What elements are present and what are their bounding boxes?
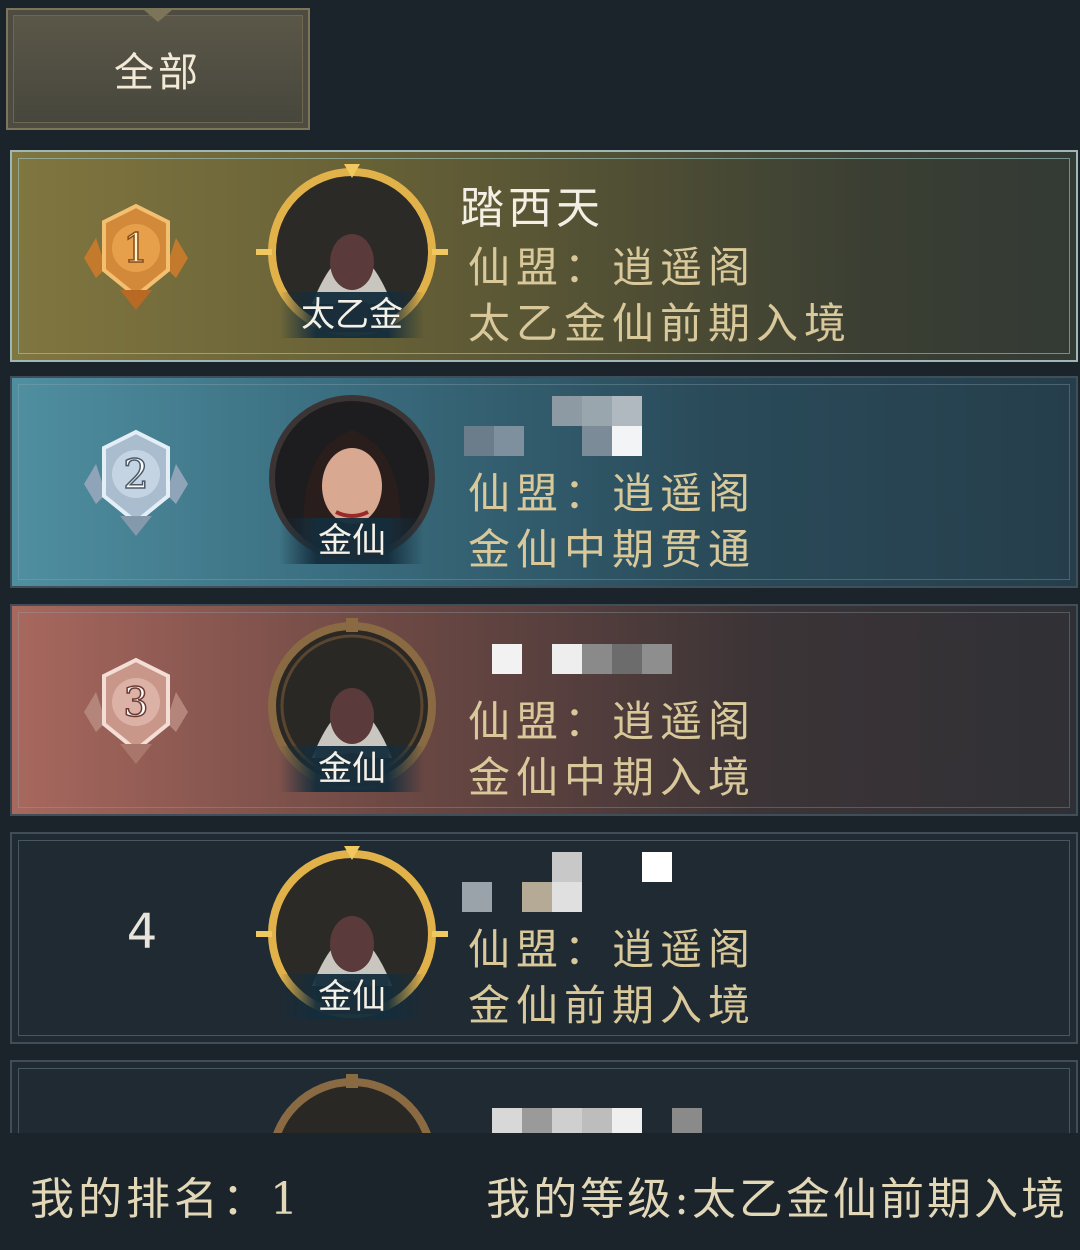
ranking-row-1[interactable]: 1 太乙金 踏西天 仙盟：逍遥阁 太乙金仙前期入境 bbox=[10, 150, 1078, 362]
medal-number: 1 bbox=[123, 226, 148, 272]
medal-number: 2 bbox=[123, 452, 148, 498]
ranking-row-2[interactable]: 2 金仙 仙盟：逍遥阁 金仙中期贯通 bbox=[10, 376, 1078, 588]
level-text: 太乙金仙前期入境 bbox=[468, 299, 853, 348]
alliance-text: 仙盟：逍遥阁 bbox=[468, 925, 757, 974]
ranking-row-4[interactable]: 4 金仙 仙盟：逍遥阁 金仙前期入境 bbox=[10, 832, 1078, 1044]
name-mosaic bbox=[452, 614, 792, 694]
name-mosaic bbox=[452, 1070, 792, 1133]
level-text: 金仙前期入境 bbox=[468, 981, 757, 1030]
footer-bar: 我的排名：1 我的等级:太乙金仙前期入境 bbox=[0, 1133, 1080, 1250]
name-mosaic bbox=[452, 386, 792, 466]
ranking-list[interactable]: 1 太乙金 踏西天 仙盟：逍遥阁 太乙金仙前期入境 2 金仙 仙盟：逍遥阁 金仙… bbox=[0, 148, 1080, 1133]
ranking-row-5[interactable] bbox=[10, 1060, 1078, 1133]
realm-badge: 金仙 bbox=[280, 746, 424, 792]
realm-badge: 金仙 bbox=[280, 974, 424, 1020]
player-name: 踏西天 bbox=[460, 183, 604, 234]
bronze-medal-icon: 3 bbox=[84, 657, 188, 764]
alliance-text: 仙盟：逍遥阁 bbox=[468, 469, 757, 518]
realm-badge: 太乙金 bbox=[280, 292, 424, 338]
realm-badge: 金仙 bbox=[280, 518, 424, 564]
my-rank-text: 我的排名：1 bbox=[30, 1174, 302, 1225]
avatar[interactable] bbox=[252, 1074, 452, 1133]
alliance-text: 仙盟：逍遥阁 bbox=[468, 243, 757, 292]
alliance-text: 仙盟：逍遥阁 bbox=[468, 697, 757, 746]
rank-number: 4 bbox=[126, 904, 158, 960]
name-mosaic bbox=[452, 842, 792, 922]
tab-all-label: 全部 bbox=[114, 50, 202, 96]
medal-number: 3 bbox=[123, 680, 148, 726]
level-text: 金仙中期入境 bbox=[468, 753, 757, 802]
silver-medal-icon: 2 bbox=[84, 429, 188, 536]
my-level-text: 我的等级:太乙金仙前期入境 bbox=[486, 1174, 1068, 1225]
tab-all[interactable]: 全部 bbox=[6, 8, 310, 130]
ranking-row-3[interactable]: 3 金仙 仙盟：逍遥阁 金仙中期入境 bbox=[10, 604, 1078, 816]
level-text: 金仙中期贯通 bbox=[468, 525, 757, 574]
gold-medal-icon: 1 bbox=[84, 203, 188, 310]
tab-notch-icon bbox=[144, 10, 172, 22]
